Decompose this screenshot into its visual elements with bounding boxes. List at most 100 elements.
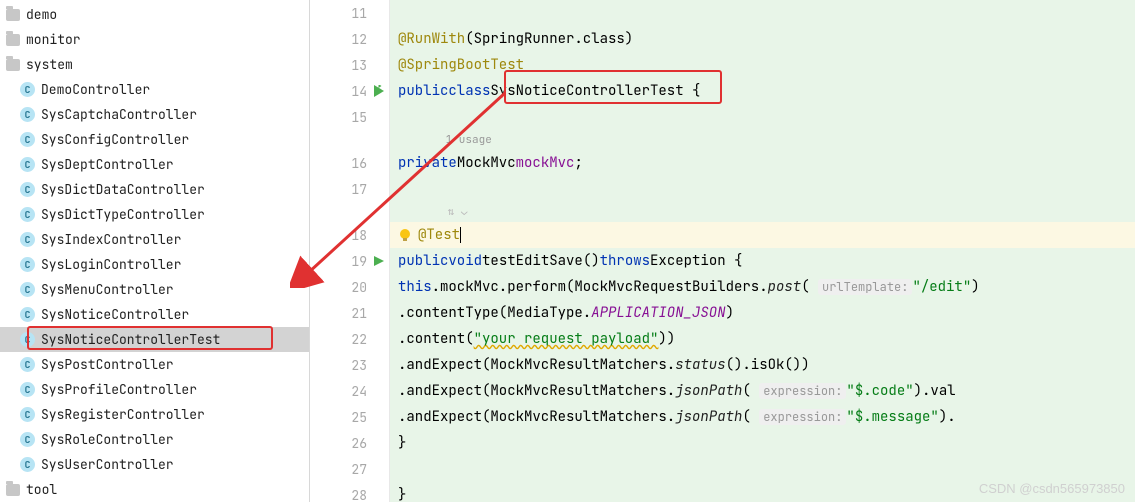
gutter-line: 15: [310, 104, 389, 130]
code-line[interactable]: [390, 104, 1135, 130]
gutter-line: [310, 202, 389, 222]
line-gutter: 11 12 13 14 15 16 17 18 19 20 21 22 23 2…: [310, 0, 390, 502]
gutter-line: 22: [310, 326, 389, 352]
code-line[interactable]: [390, 0, 1135, 26]
tree-folder-tool[interactable]: tool: [0, 477, 309, 502]
tree-label: SysCaptchaController: [41, 106, 197, 123]
gutter-line: 16: [310, 150, 389, 176]
gutter-line: 28: [310, 482, 389, 502]
code-fold[interactable]: ⇅ ⌄: [390, 202, 1135, 222]
tree-class-syscaptcha[interactable]: C SysCaptchaController: [0, 102, 309, 127]
tree-class-sysdicttype[interactable]: CSysDictTypeController: [0, 202, 309, 227]
tree-class-sysdept[interactable]: C SysDeptController: [0, 152, 309, 177]
class-icon: C: [20, 432, 35, 447]
tree-label: SysLoginController: [41, 256, 181, 273]
class-icon: C: [20, 357, 35, 372]
gutter-line: 17: [310, 176, 389, 202]
class-icon: C: [20, 82, 35, 97]
tree-class-syspost[interactable]: C SysPostController: [0, 352, 309, 377]
code-line[interactable]: public void testEditSave() throws Except…: [390, 248, 1135, 274]
tree-label: SysDictTypeController: [41, 206, 205, 223]
text-cursor: [460, 227, 461, 243]
gutter-line: 20: [310, 274, 389, 300]
class-icon: C: [20, 407, 35, 422]
gutter-line: 25: [310, 404, 389, 430]
tree-class-sysnotice[interactable]: C SysNoticeController: [0, 302, 309, 327]
class-icon: C: [20, 307, 35, 322]
gutter-line: 27: [310, 456, 389, 482]
code-line[interactable]: this.mockMvc.perform(MockMvcRequestBuild…: [390, 274, 1135, 300]
tree-label: SysMenuController: [41, 281, 174, 298]
tree-label: SysDeptController: [41, 156, 174, 173]
tree-class-sysregister[interactable]: C SysRegisterController: [0, 402, 309, 427]
class-icon: C: [20, 332, 35, 347]
tree-label: tool: [26, 481, 57, 498]
tree-label: SysIndexController: [41, 231, 181, 248]
code-line[interactable]: @SpringBootTest: [390, 52, 1135, 78]
tree-class-sysrole[interactable]: C SysRoleController: [0, 427, 309, 452]
project-tree[interactable]: demo monitor system CDemoController CSys…: [0, 0, 310, 502]
tree-class-sysconfig[interactable]: C SysConfigController: [0, 127, 309, 152]
tree-label: SysPostController: [41, 356, 174, 373]
run-test-icon[interactable]: [373, 85, 385, 97]
run-test-icon[interactable]: [373, 255, 385, 267]
tree-class-sysdictdata[interactable]: CSysDictDataController: [0, 177, 309, 202]
tree-class-sysprofile[interactable]: C SysProfileController: [0, 377, 309, 402]
tree-folder-demo[interactable]: demo: [0, 2, 309, 27]
code-line[interactable]: .andExpect(MockMvcResultMatchers.jsonPat…: [390, 378, 1135, 404]
code-line[interactable]: .content("your request payload")): [390, 326, 1135, 352]
tree-class-sysmenu[interactable]: C SysMenuController: [0, 277, 309, 302]
tree-label: SysRoleController: [41, 431, 174, 448]
gutter-line: [310, 130, 389, 150]
code-line[interactable]: .contentType(MediaType.APPLICATION_JSON): [390, 300, 1135, 326]
gutter-line: 13: [310, 52, 389, 78]
folder-icon: [6, 59, 20, 71]
watermark: CSDN @csdn565973850: [979, 481, 1125, 496]
tree-class-sysuser[interactable]: C SysUserController: [0, 452, 309, 477]
tree-class-sysnoticetest[interactable]: C SysNoticeControllerTest: [0, 327, 309, 352]
tree-class-sysindex[interactable]: CSysIndexController: [0, 227, 309, 252]
code-line[interactable]: [390, 456, 1135, 482]
code-line[interactable]: }: [390, 430, 1135, 456]
tree-label: SysConfigController: [41, 131, 189, 148]
folder-icon: [6, 34, 20, 46]
code-area[interactable]: @RunWith(SpringRunner.class) @SpringBoot…: [390, 0, 1135, 502]
class-icon: C: [20, 157, 35, 172]
tree-label: system: [26, 56, 73, 73]
tree-label: SysRegisterController: [41, 406, 205, 423]
folder-icon: [6, 484, 20, 496]
class-icon: C: [20, 457, 35, 472]
gutter-line: 18: [310, 222, 389, 248]
code-editor[interactable]: 11 12 13 14 15 16 17 18 19 20 21 22 23 2…: [310, 0, 1135, 502]
tree-label: SysNoticeController: [41, 306, 189, 323]
code-line[interactable]: .andExpect(MockMvcResultMatchers.jsonPat…: [390, 404, 1135, 430]
tree-class-syslogin[interactable]: C SysLoginController: [0, 252, 309, 277]
code-line[interactable]: @RunWith(SpringRunner.class): [390, 26, 1135, 52]
tree-class-democontroller[interactable]: CDemoController: [0, 77, 309, 102]
tree-label: SysDictDataController: [41, 181, 205, 198]
class-icon: C: [20, 107, 35, 122]
folder-icon: [6, 9, 20, 21]
tree-label: SysUserController: [41, 456, 174, 473]
gutter-line: 23: [310, 352, 389, 378]
class-icon: C: [20, 257, 35, 272]
tree-label: SysNoticeControllerTest: [41, 331, 220, 348]
code-line[interactable]: .andExpect(MockMvcResultMatchers.status(…: [390, 352, 1135, 378]
code-line[interactable]: [390, 176, 1135, 202]
gutter-line: 12: [310, 26, 389, 52]
tree-label: SysProfileController: [41, 381, 197, 398]
tree-folder-monitor[interactable]: monitor: [0, 27, 309, 52]
class-icon: C: [20, 282, 35, 297]
usage-hint[interactable]: 1 usage: [390, 130, 1135, 150]
class-icon: C: [20, 382, 35, 397]
class-icon: C: [20, 132, 35, 147]
gutter-line: 21: [310, 300, 389, 326]
tree-label: monitor: [26, 31, 81, 48]
gutter-line: 14: [310, 78, 389, 104]
code-line[interactable]: private MockMvc mockMvc;: [390, 150, 1135, 176]
code-line[interactable]: public class SysNoticeControllerTest {: [390, 78, 1135, 104]
code-line-current[interactable]: @Test: [390, 222, 1135, 248]
gutter-line: 24: [310, 378, 389, 404]
intention-bulb-icon[interactable]: [398, 228, 412, 242]
tree-folder-system[interactable]: system: [0, 52, 309, 77]
